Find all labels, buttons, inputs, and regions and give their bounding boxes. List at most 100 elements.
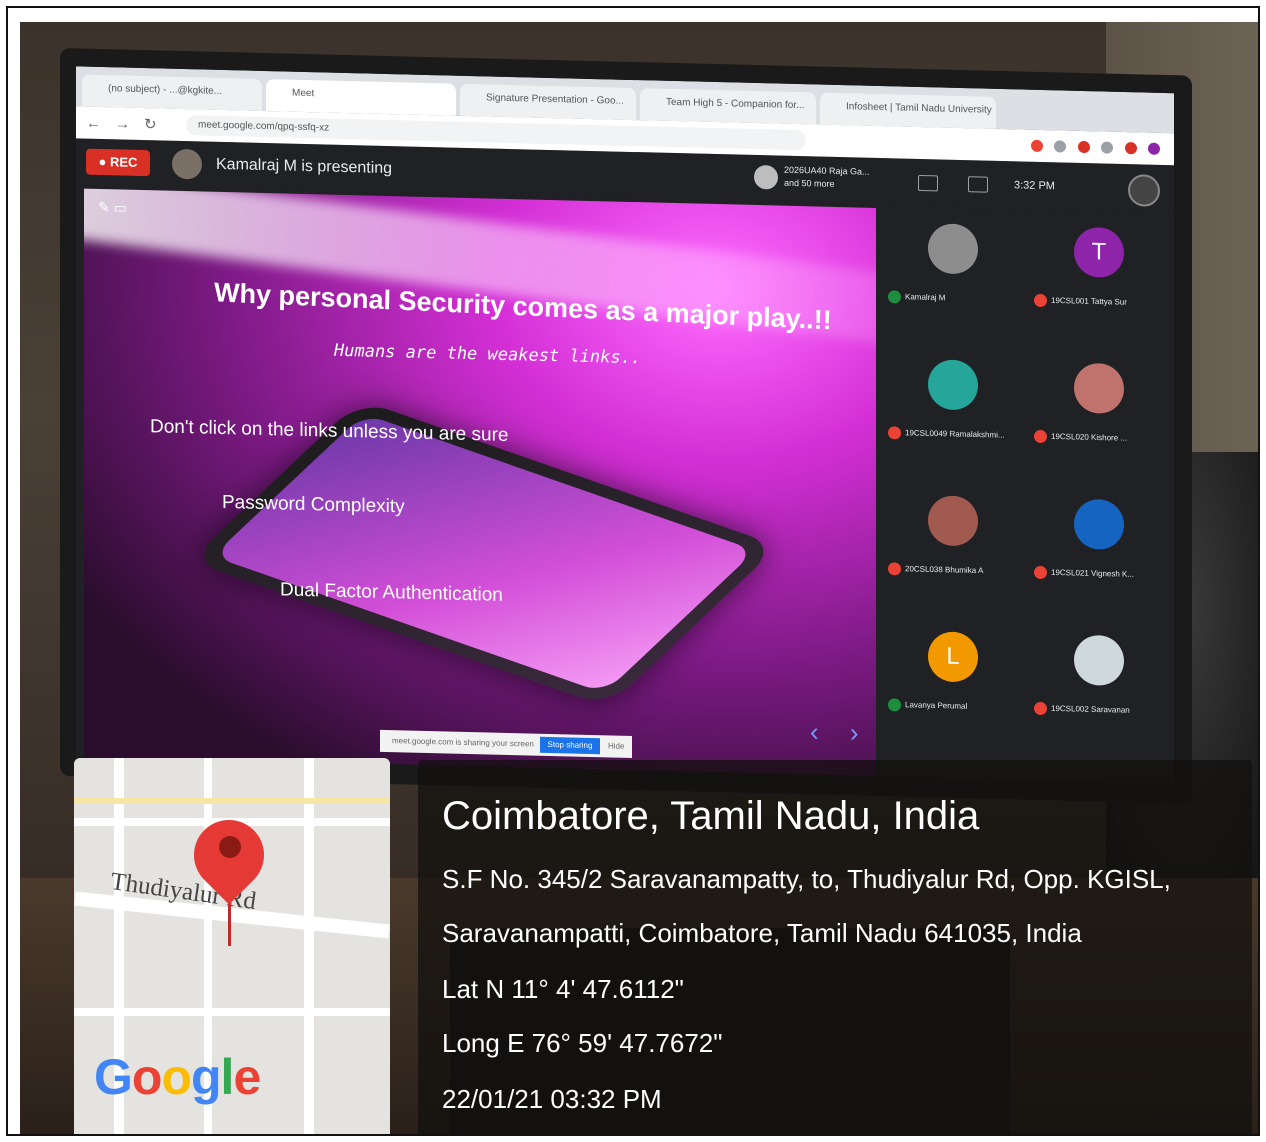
tab-label: Meet (292, 87, 315, 100)
slide-subtitle: Humans are the weakest links.. (334, 340, 642, 369)
extension-icon[interactable] (1124, 142, 1137, 155)
mic-off-icon (1034, 701, 1047, 716)
map-pin-dot (219, 836, 241, 858)
mic-off-icon (1034, 429, 1047, 444)
clock: 3:32 PM (1014, 179, 1055, 193)
layout-icon[interactable] (918, 174, 938, 192)
participant-name: 20CSL038 Bhumika A (905, 564, 984, 576)
sheet-icon (830, 101, 840, 111)
meet-icon (276, 88, 286, 98)
slide-point: Password Complexity (222, 491, 405, 518)
self-avatar[interactable] (1128, 174, 1160, 207)
slides-icon (470, 92, 480, 102)
participant-tile[interactable]: 19CSL020 Kishore ... (1028, 350, 1168, 479)
nav-buttons[interactable]: ←→↻ (86, 114, 171, 134)
google-logo-letter: o (161, 1049, 192, 1105)
participant-tile[interactable]: L Lavanya Perumal (882, 618, 1022, 747)
participant-avatar (1074, 362, 1124, 415)
participant-name-row: Lavanya Perumal (888, 698, 1020, 714)
location-address-line: S.F No. 345/2 Saravanampatty, to, Thudiy… (442, 864, 1171, 894)
participant-name-row: 20CSL038 Bhumika A (888, 562, 1020, 578)
participant-name: Kamalraj M (905, 292, 946, 303)
participant-name-row: 19CSL021 Vignesh K... (1034, 565, 1166, 582)
extension-icons[interactable] (1024, 139, 1160, 160)
mic-on-icon (888, 698, 901, 712)
google-logo: Google (94, 1048, 261, 1106)
slide-nav-arrows[interactable]: ‹ › (810, 716, 871, 748)
participant-tile[interactable]: 20CSL038 Bhumika A (882, 482, 1022, 611)
participant-name: 19CSL001 Tattya Sur (1051, 295, 1127, 307)
monitor-screen: (no subject) - ...@kgkite... Meet Signat… (76, 66, 1174, 784)
tab-label: Team High 5 - Companion for... (666, 96, 805, 112)
location-stamp: Coimbatore, Tamil Nadu, India S.F No. 34… (418, 760, 1252, 1134)
participant-name: 19CSL0049 Ramalakshmi... (905, 428, 1005, 440)
photo-frame: (no subject) - ...@kgkite... Meet Signat… (6, 6, 1260, 1136)
tab-label: Infosheet | Tamil Nadu University (846, 101, 992, 116)
extension-icon[interactable] (1054, 140, 1067, 153)
mic-on-icon (888, 290, 901, 304)
profile-icon[interactable] (1148, 142, 1160, 155)
location-address-line: Saravanampatti, Coimbatore, Tamil Nadu 6… (442, 918, 1082, 948)
presenter-avatar (172, 148, 202, 180)
extension-icon[interactable] (1077, 140, 1090, 154)
participant-tile[interactable]: 19CSL0049 Ramalakshmi... (882, 346, 1022, 475)
participant-name-row: 19CSL002 Saravanan (1034, 701, 1166, 718)
tab-label: Signature Presentation - Goo... (486, 92, 624, 107)
captions-icon[interactable] (968, 176, 988, 193)
participant-avatar (1074, 498, 1124, 551)
participant-name-row: 19CSL001 Tattya Sur (1034, 293, 1166, 310)
map-road (304, 758, 314, 1134)
mic-off-icon (888, 426, 901, 440)
extension-icon[interactable] (1030, 139, 1043, 153)
mic-off-icon (888, 562, 901, 576)
google-logo-letter: e (233, 1049, 261, 1105)
phone-screen (212, 413, 756, 694)
slide-point: Don't click on the links unless you are … (150, 416, 509, 446)
participant-name-row: 19CSL0049 Ramalakshmi... (888, 426, 1020, 442)
extension-icon[interactable] (1101, 141, 1114, 154)
presentation-slide: ✎ ▭ Why personal Security comes as a maj… (84, 188, 876, 776)
participant-tile[interactable]: Kamalraj M (882, 210, 1022, 339)
google-logo-letter: l (220, 1049, 235, 1105)
annotation-tools[interactable]: ✎ ▭ (98, 199, 127, 217)
participant-name: 19CSL020 Kishore ... (1051, 431, 1128, 443)
participant-name-row: 19CSL020 Kishore ... (1034, 429, 1166, 446)
rec-badge: ● REC (86, 148, 150, 177)
participant-avatar: T (1074, 226, 1124, 279)
browser-tab[interactable]: Team High 5 - Companion for... (640, 88, 816, 125)
map-thumbnail: Thudiyalur Rd Google (74, 758, 390, 1134)
participant-avatar (928, 359, 978, 411)
browser-tab-active[interactable]: Meet (266, 79, 456, 116)
stop-sharing-button[interactable]: Stop sharing (540, 736, 600, 755)
participant-tile[interactable]: T 19CSL001 Tattya Sur (1028, 214, 1168, 343)
participant-tile[interactable]: 19CSL002 Saravanan (1028, 622, 1168, 751)
mail-icon (92, 83, 102, 93)
location-datetime: 22/01/21 03:32 PM (442, 1084, 662, 1114)
mic-off-icon (1034, 565, 1047, 580)
browser-tab[interactable]: Signature Presentation - Goo... (460, 83, 636, 121)
photo: (no subject) - ...@kgkite... Meet Signat… (20, 22, 1258, 1134)
participant-grid: Kamalraj M T 19CSL001 Tattya Sur 19CSL0049 … (882, 210, 1174, 777)
rec-label: REC (110, 154, 138, 170)
location-city: Coimbatore, Tamil Nadu, India (442, 794, 980, 838)
location-latitude: Lat N 11° 4' 47.6112" (442, 974, 684, 1004)
map-main-road (74, 798, 390, 804)
participant-name: 19CSL002 Saravanan (1051, 703, 1130, 715)
sharing-bar: meet.google.com is sharing your screen S… (380, 729, 632, 758)
hide-button[interactable]: Hide (608, 735, 624, 757)
others-line: and 50 more (784, 177, 835, 189)
monitor: (no subject) - ...@kgkite... Meet Signat… (60, 48, 1192, 804)
participant-tile[interactable]: 19CSL021 Vignesh K... (1028, 486, 1168, 615)
browser-tab[interactable]: Infosheet | Tamil Nadu University (820, 92, 996, 129)
participant-name: Lavanya Perumal (905, 700, 968, 711)
participants-avatar (754, 164, 778, 190)
participant-avatar (928, 495, 978, 547)
google-logo-letter: o (131, 1049, 163, 1105)
mic-off-icon (1034, 293, 1047, 308)
browser-tab[interactable]: (no subject) - ...@kgkite... (82, 74, 262, 111)
google-logo-letter: G (94, 1049, 133, 1105)
participant-avatar (928, 223, 978, 275)
others-label: 2026UA40 Raja Ga... and 50 more (784, 164, 870, 192)
presenting-label: Kamalraj M is presenting (216, 155, 393, 178)
doc-icon (650, 97, 660, 107)
